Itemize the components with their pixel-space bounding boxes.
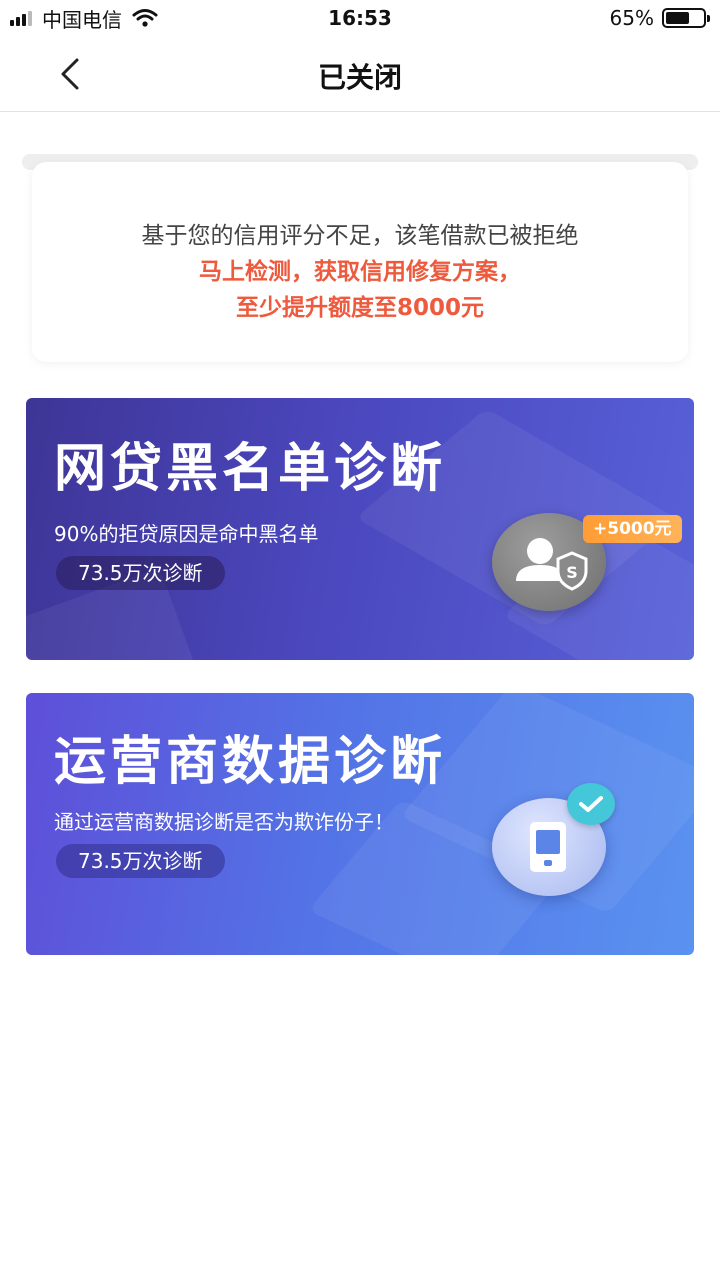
card-title: 运营商数据诊断 xyxy=(54,732,447,792)
carrier-diagnosis-card[interactable]: 运营商数据诊断 通过运营商数据诊断是否为欺诈份子！ 73.5万次诊断 xyxy=(26,693,694,955)
card-title: 网贷黑名单诊断 xyxy=(54,439,447,499)
svg-text:S: S xyxy=(566,563,578,582)
status-bar: 中国电信 16:53 65% xyxy=(0,0,720,36)
diagnosis-count-badge: 73.5万次诊断 xyxy=(56,844,225,878)
battery-tip xyxy=(707,15,710,22)
card-subtitle: 90%的拒贷原因是命中黑名单 xyxy=(54,522,319,546)
status-right: 65% xyxy=(609,6,710,30)
battery-icon xyxy=(662,8,710,28)
notice-rejection-text: 基于您的信用评分不足，该笔借款已被拒绝 xyxy=(141,223,579,249)
check-icon xyxy=(567,783,615,825)
blacklist-diagnosis-card[interactable]: 网贷黑名单诊断 90%的拒贷原因是命中黑名单 73.5万次诊断 S +5000元 xyxy=(26,398,694,660)
notice-card: 基于您的信用评分不足，该笔借款已被拒绝 马上检测，获取信用修复方案， 至少提升额… xyxy=(32,162,688,362)
battery-percent: 65% xyxy=(609,6,654,30)
notice-cta-line[interactable]: 马上检测，获取信用修复方案， xyxy=(32,254,688,290)
battery-fill xyxy=(666,12,689,24)
page-title: 已关闭 xyxy=(317,61,402,94)
nav-bar: 已关闭 xyxy=(0,36,720,112)
bonus-badge: +5000元 xyxy=(583,515,682,543)
diagnosis-count-badge: 73.5万次诊断 xyxy=(56,556,225,590)
notice-limit-line[interactable]: 至少提升额度至8000元 xyxy=(32,290,688,326)
card-subtitle: 通过运营商数据诊断是否为欺诈份子！ xyxy=(54,810,394,834)
